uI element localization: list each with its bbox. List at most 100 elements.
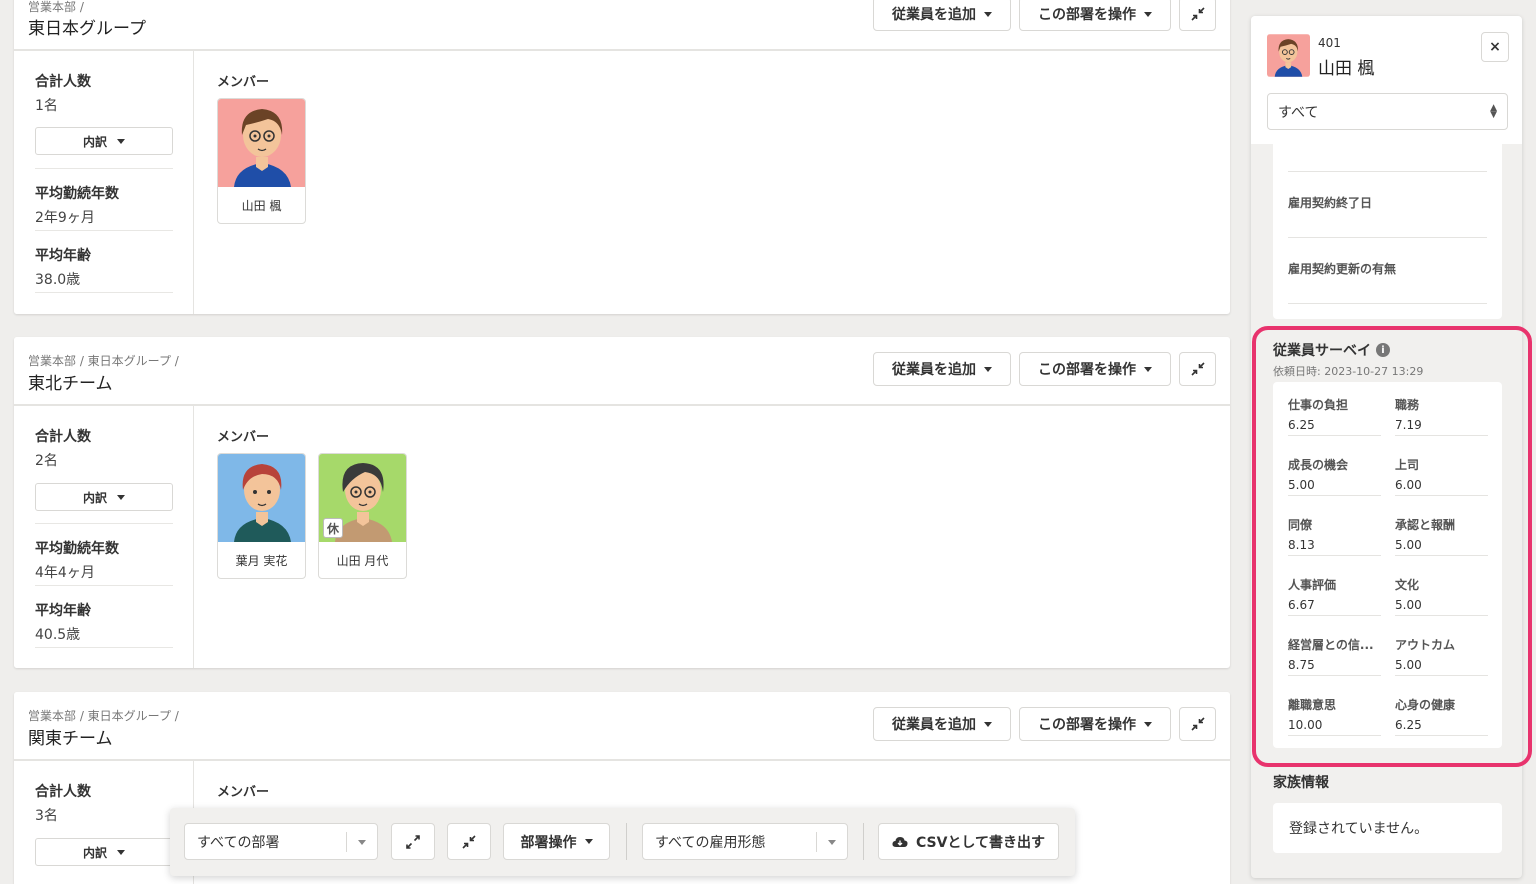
department-stats: 合計人数 3名 内訳 xyxy=(14,761,194,884)
department-section-east-japan: 営業本部 / 東日本グループ 従業員を追加 この部署を操作 合計人数 1名 内訳… xyxy=(14,0,1230,314)
add-employee-label: 従業員を追加 xyxy=(892,7,976,23)
member-avatar xyxy=(218,454,305,542)
department-section-tohoku: 営業本部 / 東日本グループ / 東北チーム 従業員を追加 この部署を操作 合計… xyxy=(14,337,1230,668)
compress-icon xyxy=(1190,717,1205,731)
chevron-down-icon xyxy=(117,494,125,500)
department-action-button[interactable]: この部署を操作 xyxy=(1019,707,1171,741)
total-count-value: 2名 xyxy=(35,453,58,469)
divider xyxy=(346,832,347,852)
breadcrumb[interactable]: 営業本部 / 東日本グループ / xyxy=(28,707,179,724)
divider xyxy=(863,823,864,860)
add-employee-button[interactable]: 従業員を追加 xyxy=(873,707,1011,741)
chevron-down-icon xyxy=(117,849,125,855)
average-tenure-label: 平均勤続年数 xyxy=(35,186,119,202)
export-csv-label: CSVとして書き出す xyxy=(915,834,1046,851)
department-action-label: この部署を操作 xyxy=(1038,717,1136,733)
employee-avatar xyxy=(1267,34,1310,77)
add-employee-label: 従業員を追加 xyxy=(892,362,976,378)
divider xyxy=(35,523,173,524)
divider xyxy=(1288,237,1487,238)
on-leave-badge: 休 xyxy=(323,518,343,538)
average-age-label: 平均年齢 xyxy=(35,248,91,264)
employment-type-filter-select[interactable]: すべての雇用形態 xyxy=(642,823,848,860)
breakdown-button[interactable]: 内訳 xyxy=(35,127,173,155)
employee-name: 山田 楓 xyxy=(1318,59,1375,79)
department-stats: 合計人数 1名 内訳 平均勤続年数 2年9ヶ月 平均年齢 38.0歳 xyxy=(14,51,194,314)
expand-icon xyxy=(406,834,420,849)
collapse-button[interactable] xyxy=(1179,707,1216,741)
divider xyxy=(35,230,173,231)
chevron-down-icon xyxy=(984,11,992,17)
average-age-label: 平均年齢 xyxy=(35,603,91,619)
member-name: 葉月 実花 xyxy=(235,554,288,568)
section-filter-value: すべて xyxy=(1278,104,1319,121)
members-label: メンバー xyxy=(217,785,270,800)
chevron-down-icon xyxy=(1144,366,1152,372)
section-filter-select[interactable]: すべて ▲ ▼ xyxy=(1267,93,1508,130)
divider xyxy=(35,292,173,293)
department-name: 東日本グループ xyxy=(28,19,146,39)
breakdown-button[interactable]: 内訳 xyxy=(35,838,173,866)
department-action-label: この部署を操作 xyxy=(1038,7,1136,23)
close-button[interactable]: × xyxy=(1481,32,1509,62)
total-count-label: 合計人数 xyxy=(35,74,91,90)
divider xyxy=(35,647,173,648)
member-name: 山田 月代 xyxy=(336,554,389,568)
department-header: 営業本部 / 東日本グループ 従業員を追加 この部署を操作 xyxy=(14,0,1230,51)
up-down-chevron-icon: ▲ ▼ xyxy=(1490,103,1497,120)
family-info-title: 家族情報 xyxy=(1273,775,1329,791)
compress-icon xyxy=(1190,7,1205,21)
employment-type-filter-value: すべての雇用形態 xyxy=(655,834,766,851)
survey-highlight-frame xyxy=(1252,326,1532,767)
panel-header: 401 山田 楓 × すべて ▲ ▼ xyxy=(1251,16,1522,144)
department-name: 関東チーム xyxy=(28,729,113,749)
divider xyxy=(1288,303,1487,304)
department-action-button[interactable]: この部署を操作 xyxy=(1019,0,1171,31)
average-tenure-label: 平均勤続年数 xyxy=(35,541,119,557)
department-header: 営業本部 / 東日本グループ / 東北チーム 従業員を追加 この部署を操作 xyxy=(14,337,1230,406)
breadcrumb[interactable]: 営業本部 / 東日本グループ / xyxy=(28,352,179,369)
breadcrumb[interactable]: 営業本部 / xyxy=(28,0,84,15)
members-label: メンバー xyxy=(217,430,270,445)
department-stats: 合計人数 2名 内訳 平均勤続年数 4年4ヶ月 平均年齢 40.5歳 xyxy=(14,406,194,668)
collapse-all-button[interactable] xyxy=(447,823,491,860)
department-operations-label: 部署操作 xyxy=(520,834,577,851)
contract-info-card: 雇用契約終了日 雇用契約更新の有無 xyxy=(1273,144,1502,319)
chevron-down-icon xyxy=(358,840,366,845)
department-filter-value: すべての部署 xyxy=(197,834,280,851)
department-header: 営業本部 / 東日本グループ / 関東チーム 従業員を追加 この部署を操作 xyxy=(14,692,1230,761)
contract-renewal-label: 雇用契約更新の有無 xyxy=(1288,262,1397,276)
member-card-yamada-kaede[interactable]: 山田 楓 xyxy=(217,98,306,224)
add-employee-button[interactable]: 従業員を追加 xyxy=(873,0,1011,31)
expand-all-button[interactable] xyxy=(391,823,435,860)
members-label: メンバー xyxy=(217,75,270,90)
divider xyxy=(1288,171,1487,172)
collapse-button[interactable] xyxy=(1179,0,1216,31)
chevron-down-icon xyxy=(1144,11,1152,17)
member-card-yamada-tsukiyo[interactable]: 休 山田 月代 xyxy=(318,453,407,579)
member-card-hazuki-mika[interactable]: 葉月 実花 xyxy=(217,453,306,579)
add-employee-button[interactable]: 従業員を追加 xyxy=(873,352,1011,386)
close-icon: × xyxy=(1489,39,1501,55)
divider xyxy=(35,168,173,169)
breakdown-button[interactable]: 内訳 xyxy=(35,483,173,511)
divider xyxy=(626,823,627,860)
chevron-down-icon xyxy=(984,366,992,372)
department-filter-select[interactable]: すべての部署 xyxy=(184,823,378,860)
cloud-download-icon xyxy=(892,836,908,847)
department-action-label: この部署を操作 xyxy=(1038,362,1136,378)
department-action-button[interactable]: この部署を操作 xyxy=(1019,352,1171,386)
chevron-down-icon xyxy=(1144,721,1152,727)
total-count-label: 合計人数 xyxy=(35,784,91,800)
family-info-empty-text: 登録されていません。 xyxy=(1289,821,1429,837)
member-avatar xyxy=(218,99,305,187)
average-tenure-value: 2年9ヶ月 xyxy=(35,210,95,226)
member-avatar: 休 xyxy=(319,454,406,542)
total-count-value: 1名 xyxy=(35,98,58,114)
collapse-button[interactable] xyxy=(1179,352,1216,386)
breakdown-label: 内訳 xyxy=(82,845,107,860)
export-csv-button[interactable]: CSVとして書き出す xyxy=(878,823,1059,860)
average-age-value: 40.5歳 xyxy=(35,627,81,643)
chevron-down-icon xyxy=(984,721,992,727)
department-operations-button[interactable]: 部署操作 xyxy=(503,823,610,860)
